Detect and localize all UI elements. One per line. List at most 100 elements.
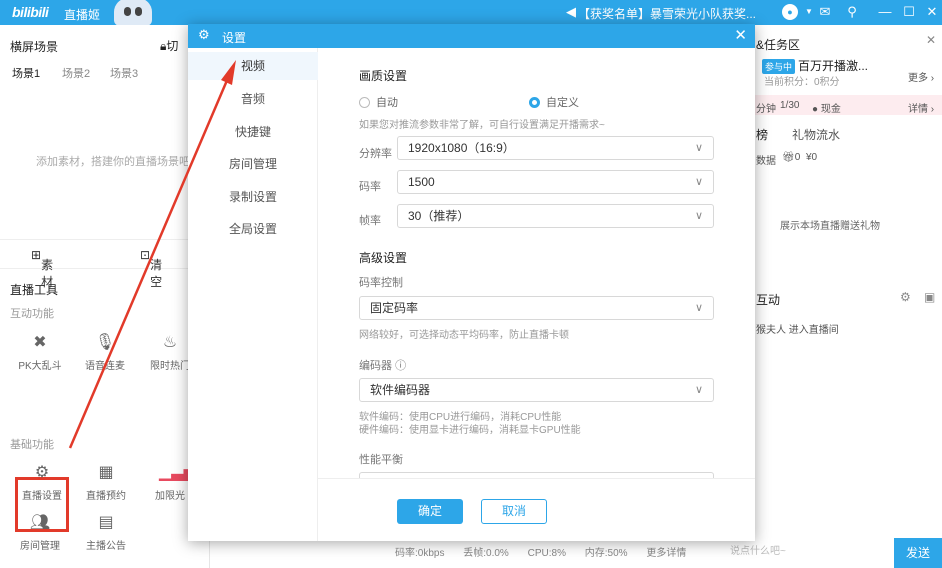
settings-nav: 视频 音频 快捷键 房间管理 录制设置 全局设置 — [188, 48, 318, 541]
announcement-icon: ▤ — [98, 514, 114, 531]
task-item[interactable]: 参与中 百万开播激... — [762, 57, 868, 74]
status-bitrate: 码率:0kbps — [395, 548, 445, 559]
app-name: 直播姬 — [64, 8, 101, 22]
cancel-button[interactable]: 取消 — [481, 499, 547, 524]
settings-content: 画质设置 自动 自定义 如果您对推流参数非常了解，可自行设置满足开播需求~ 分辨… — [318, 48, 755, 478]
rate-control-label: 码率控制 — [359, 277, 403, 289]
resolution-label: 分辨率 — [359, 148, 392, 160]
switch-orientation-button[interactable]: 🔒︎切 — [160, 37, 178, 54]
perf-balance-label: 性能平衡 — [359, 454, 403, 466]
live-tools-title: 直播工具 — [10, 283, 59, 297]
live-settings-label: 直播设置 — [22, 491, 62, 502]
close-icon[interactable]: ✕ — [734, 26, 747, 44]
avatar[interactable]: ● — [782, 4, 798, 20]
announcement-label: 主播公告 — [86, 541, 126, 552]
close-icon[interactable]: ✕ — [926, 33, 936, 47]
tab-gift-flow[interactable]: 礼物流水 — [792, 126, 840, 143]
enter-message: 猴夫人 进入直播间 — [756, 325, 839, 336]
dialog-header: ⚙ 设置 ✕ — [188, 24, 755, 48]
room-manage-tool[interactable]: 👥︎ 房间管理 — [10, 513, 70, 552]
quality-hint: 如果您对推流参数非常了解，可自行设置满足开播需求~ — [359, 120, 605, 131]
encoder-hint-hardware: 硬件编码：使用显卡进行编码，消耗显卡GPU性能 — [359, 425, 581, 436]
encoder-select[interactable]: 软件编码器 ∨ — [359, 378, 714, 402]
live-schedule-tool[interactable]: ▦ 直播预约 — [76, 463, 136, 502]
pk-tool[interactable]: ✖ PK大乱斗 — [10, 333, 70, 372]
nav-hotkeys[interactable]: 快捷键 — [188, 118, 318, 146]
radio-auto-circle — [359, 97, 370, 108]
close-icon[interactable]: ✕ — [923, 3, 941, 21]
rate-control-select[interactable]: 固定码率 ∨ — [359, 296, 714, 320]
live-settings-tool[interactable]: ⚙ 直播设置 — [12, 463, 72, 502]
resolution-select[interactable]: 1920x1080（16:9） ∨ — [397, 136, 714, 160]
live-schedule-label: 直播预约 — [86, 491, 126, 502]
scene-tab-3[interactable]: 场景3 — [110, 65, 138, 81]
confirm-button[interactable]: 确定 — [397, 499, 463, 524]
send-button[interactable]: 发送 — [894, 538, 942, 568]
nav-global[interactable]: 全局设置 — [188, 215, 318, 243]
clear-button[interactable]: ⊡ 清空 — [140, 248, 162, 289]
stats-gift-count: 🎁︎0 — [782, 152, 801, 163]
radio-custom[interactable]: 自定义 — [529, 94, 579, 110]
maximize-icon[interactable]: ☐ — [900, 3, 918, 21]
calendar-icon: ▦ — [98, 464, 114, 481]
task-progress-bar: 分钟 1/30 ● 现金 详情 › — [754, 95, 942, 115]
title-bar: bilibili 直播姬 ◀ 【获奖名单】暴雪荣光小队获奖... ● ▼ ✉ ⚲… — [0, 0, 942, 26]
flame-icon: ♨ — [162, 334, 178, 351]
window-icon[interactable]: ▣ — [924, 290, 935, 304]
left-panel: 横屏场景 🔒︎切 场景1 场景2 场景3 添加素材，搭建你的直播场景吧！ ⊞ 素… — [0, 25, 210, 568]
nav-audio[interactable]: 音频 — [188, 85, 318, 113]
framerate-select[interactable]: 30（推荐） ∨ — [397, 204, 714, 228]
status-badge: 参与中 — [762, 59, 796, 74]
rate-control-value: 固定码率 — [370, 301, 419, 315]
more-label: 更多 — [908, 73, 928, 84]
microphone-icon: 🎙︎ — [94, 334, 116, 351]
mail-icon[interactable]: ✉ — [816, 3, 834, 21]
mascot-icon — [114, 0, 152, 26]
dialog-footer: 确定 取消 — [318, 478, 755, 541]
radio-auto[interactable]: 自动 — [359, 94, 398, 110]
bilibili-logo: bilibili — [12, 4, 49, 20]
detail-label: 详情 — [908, 104, 928, 115]
scene-tab-1[interactable]: 场景1 — [12, 65, 40, 81]
interact-title: 互动 — [756, 293, 781, 307]
minimize-icon[interactable]: — — [876, 3, 894, 21]
more-link[interactable]: 更多 › — [908, 69, 934, 84]
users-icon: 👥︎ — [29, 514, 51, 531]
task-area-title: &任务区 — [756, 38, 801, 52]
basic-section-title: 基础功能 — [10, 439, 54, 451]
encoder-value: 软件编码器 — [370, 383, 431, 397]
scene-tab-2[interactable]: 场景2 — [62, 65, 90, 81]
empty-scene-hint: 添加素材，搭建你的直播场景吧！ — [36, 156, 201, 168]
advanced-title: 高级设置 — [359, 251, 408, 265]
framerate-value: 30（推荐） — [408, 209, 470, 223]
tab-rank[interactable]: 榜 — [756, 126, 768, 143]
nav-room-manage[interactable]: 房间管理 — [188, 150, 318, 178]
status-mem: 内存:50% — [584, 548, 628, 559]
status-bar: 码率:0kbps 丢帧:0.0% CPU:8% 内存:50% 更多详情 — [395, 544, 702, 559]
resolution-value: 1920x1080（16:9） — [408, 141, 515, 155]
scene-panel-title: 横屏场景 — [10, 40, 59, 54]
progress-unit: 分钟 — [756, 104, 776, 115]
nav-recording[interactable]: 录制设置 — [188, 183, 318, 211]
status-drop: 丢帧:0.0% — [463, 548, 509, 559]
interactive-section-title: 互动功能 — [10, 308, 54, 320]
nav-video[interactable]: 视频 — [188, 52, 318, 80]
chat-input[interactable]: 说点什么吧~ — [730, 542, 890, 562]
settings-dialog: ⚙ 设置 ✕ 视频 音频 快捷键 房间管理 录制设置 全局设置 画质设置 自动 … — [188, 24, 755, 541]
gear-icon[interactable]: ⚙ — [900, 290, 911, 304]
status-more[interactable]: 更多详情 — [646, 548, 686, 559]
radio-custom-label: 自定义 — [546, 97, 579, 109]
help-icon[interactable]: ⓘ — [395, 360, 406, 372]
stats-a: 0 — [794, 152, 801, 163]
bitrate-select[interactable]: 1500 ∨ — [397, 170, 714, 194]
chevron-down-icon: ∨ — [694, 384, 703, 396]
pin-icon[interactable]: ⚲ — [843, 3, 861, 21]
voice-link-tool[interactable]: 🎙︎ 语音连麦 — [75, 333, 135, 372]
announcement-ticker[interactable]: 【获奖名单】暴雪荣光小队获奖... — [578, 5, 756, 22]
task-name: 百万开播激... — [798, 59, 869, 73]
pk-label: PK大乱斗 — [18, 361, 62, 372]
bitrate-value: 1500 — [408, 175, 435, 189]
add-material-button[interactable]: ⊞ 素材 — [31, 248, 53, 289]
detail-link[interactable]: 详情 › — [908, 100, 934, 115]
announcement-tool[interactable]: ▤ 主播公告 — [76, 513, 136, 552]
